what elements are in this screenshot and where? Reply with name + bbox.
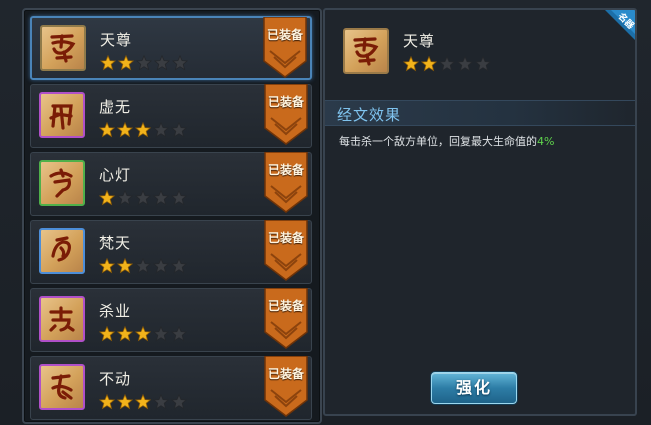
- rune-glyph-icon: [49, 104, 73, 130]
- scripture-icon: [39, 296, 85, 342]
- scripture-name: 梵天: [99, 234, 132, 252]
- effect-description: 每击杀一个敌方单位，回复最大生命值的4%: [339, 133, 554, 149]
- star-filled-icon: [135, 122, 151, 138]
- equipped-badge-label: 已装备: [266, 28, 303, 42]
- star-filled-icon: [99, 258, 115, 274]
- star-filled-icon: [118, 55, 134, 71]
- equipped-badge: 已装备: [263, 287, 309, 350]
- star-empty-icon: [153, 326, 169, 342]
- equipped-badge-label: 已装备: [267, 95, 304, 109]
- scripture-name: 虚无: [99, 98, 132, 116]
- star-empty-icon: [135, 190, 151, 206]
- equipped-badge: 已装备: [262, 16, 308, 79]
- equipped-badge: 已装备: [263, 355, 309, 418]
- scripture-list-item[interactable]: 虚无 已装备: [30, 83, 312, 148]
- star-empty-icon: [457, 56, 473, 72]
- equipped-badge-label: 已装备: [267, 367, 304, 381]
- scripture-name: 杀业: [99, 302, 132, 320]
- star-empty-icon: [171, 394, 187, 410]
- star-filled-icon: [99, 394, 115, 410]
- star-filled-icon: [100, 55, 116, 71]
- star-filled-icon: [117, 326, 133, 342]
- star-rating: [99, 122, 187, 138]
- equipped-badge: 已装备: [263, 151, 309, 214]
- star-empty-icon: [439, 56, 455, 72]
- star-empty-icon: [153, 122, 169, 138]
- scripture-list-panel[interactable]: 天尊 已装备 虚无 已装备 心灯 已装备 梵天 已装备 杀业 已装备 不动 已装备: [22, 8, 322, 424]
- star-filled-icon: [99, 122, 115, 138]
- effect-value: 4%: [537, 135, 555, 148]
- rune-glyph-icon: [51, 236, 71, 262]
- star-rating: [99, 326, 187, 342]
- rune-glyph-icon: [49, 306, 75, 332]
- scripture-icon: [40, 25, 86, 71]
- star-rating: [99, 258, 187, 274]
- star-empty-icon: [172, 55, 188, 71]
- scripture-icon: [39, 92, 85, 138]
- scripture-list-item[interactable]: 不动 已装备: [30, 355, 312, 420]
- star-rating: [100, 55, 188, 71]
- star-filled-icon: [117, 258, 133, 274]
- equipped-badge: 已装备: [263, 219, 309, 282]
- star-empty-icon: [171, 190, 187, 206]
- equipped-badge-label: 已装备: [267, 163, 304, 177]
- rune-glyph-icon: [50, 34, 76, 63]
- star-filled-icon: [135, 394, 151, 410]
- enhance-button[interactable]: 强化: [431, 372, 517, 404]
- star-empty-icon: [153, 190, 169, 206]
- section-title: 经文效果: [337, 106, 402, 124]
- detail-scripture-icon: [343, 28, 389, 74]
- equipped-badge-label: 已装备: [267, 231, 304, 245]
- star-empty-icon: [153, 258, 169, 274]
- star-filled-icon: [99, 326, 115, 342]
- scripture-name: 心灯: [99, 166, 132, 184]
- scripture-screen: 天尊 已装备 虚无 已装备 心灯 已装备 梵天 已装备 杀业 已装备 不动 已装备 天尊 名器 经文效…: [0, 0, 651, 425]
- equipped-badge: 已装备: [263, 83, 309, 146]
- star-filled-icon: [99, 190, 115, 206]
- equipped-badge-label: 已装备: [267, 299, 304, 313]
- rune-glyph-icon: [49, 168, 73, 198]
- scripture-list-item[interactable]: 心灯 已装备: [30, 151, 312, 216]
- star-empty-icon: [171, 122, 187, 138]
- star-filled-icon: [117, 394, 133, 410]
- star-empty-icon: [171, 258, 187, 274]
- star-empty-icon: [153, 394, 169, 410]
- detail-star-rating: [403, 56, 491, 72]
- scripture-icon: [39, 160, 85, 206]
- detail-title: 天尊: [403, 32, 436, 50]
- rune-glyph-icon: [51, 374, 73, 400]
- star-empty-icon: [475, 56, 491, 72]
- star-empty-icon: [135, 258, 151, 274]
- effect-section-header: 经文效果: [325, 100, 635, 126]
- scripture-list-item[interactable]: 梵天 已装备: [30, 219, 312, 284]
- effect-description-text: 每击杀一个敌方单位，回复最大生命值的: [339, 135, 537, 148]
- star-rating: [99, 394, 187, 410]
- star-empty-icon: [136, 55, 152, 71]
- scripture-detail-panel: 天尊 名器 经文效果 每击杀一个敌方单位，回复最大生命值的4% 强化: [323, 8, 637, 416]
- star-filled-icon: [403, 56, 419, 72]
- star-empty-icon: [154, 55, 170, 71]
- rune-glyph-icon: [353, 37, 379, 66]
- scripture-list-item[interactable]: 杀业 已装备: [30, 287, 312, 352]
- star-filled-icon: [421, 56, 437, 72]
- star-empty-icon: [171, 326, 187, 342]
- scripture-icon: [39, 228, 85, 274]
- corner-tag-ribbon: 名器: [605, 10, 635, 40]
- star-empty-icon: [117, 190, 133, 206]
- scripture-name: 不动: [99, 370, 132, 388]
- scripture-list-item[interactable]: 天尊 已装备: [30, 16, 312, 80]
- scripture-name: 天尊: [100, 31, 133, 49]
- scripture-icon: [39, 364, 85, 410]
- star-filled-icon: [117, 122, 133, 138]
- star-rating: [99, 190, 187, 206]
- star-filled-icon: [135, 326, 151, 342]
